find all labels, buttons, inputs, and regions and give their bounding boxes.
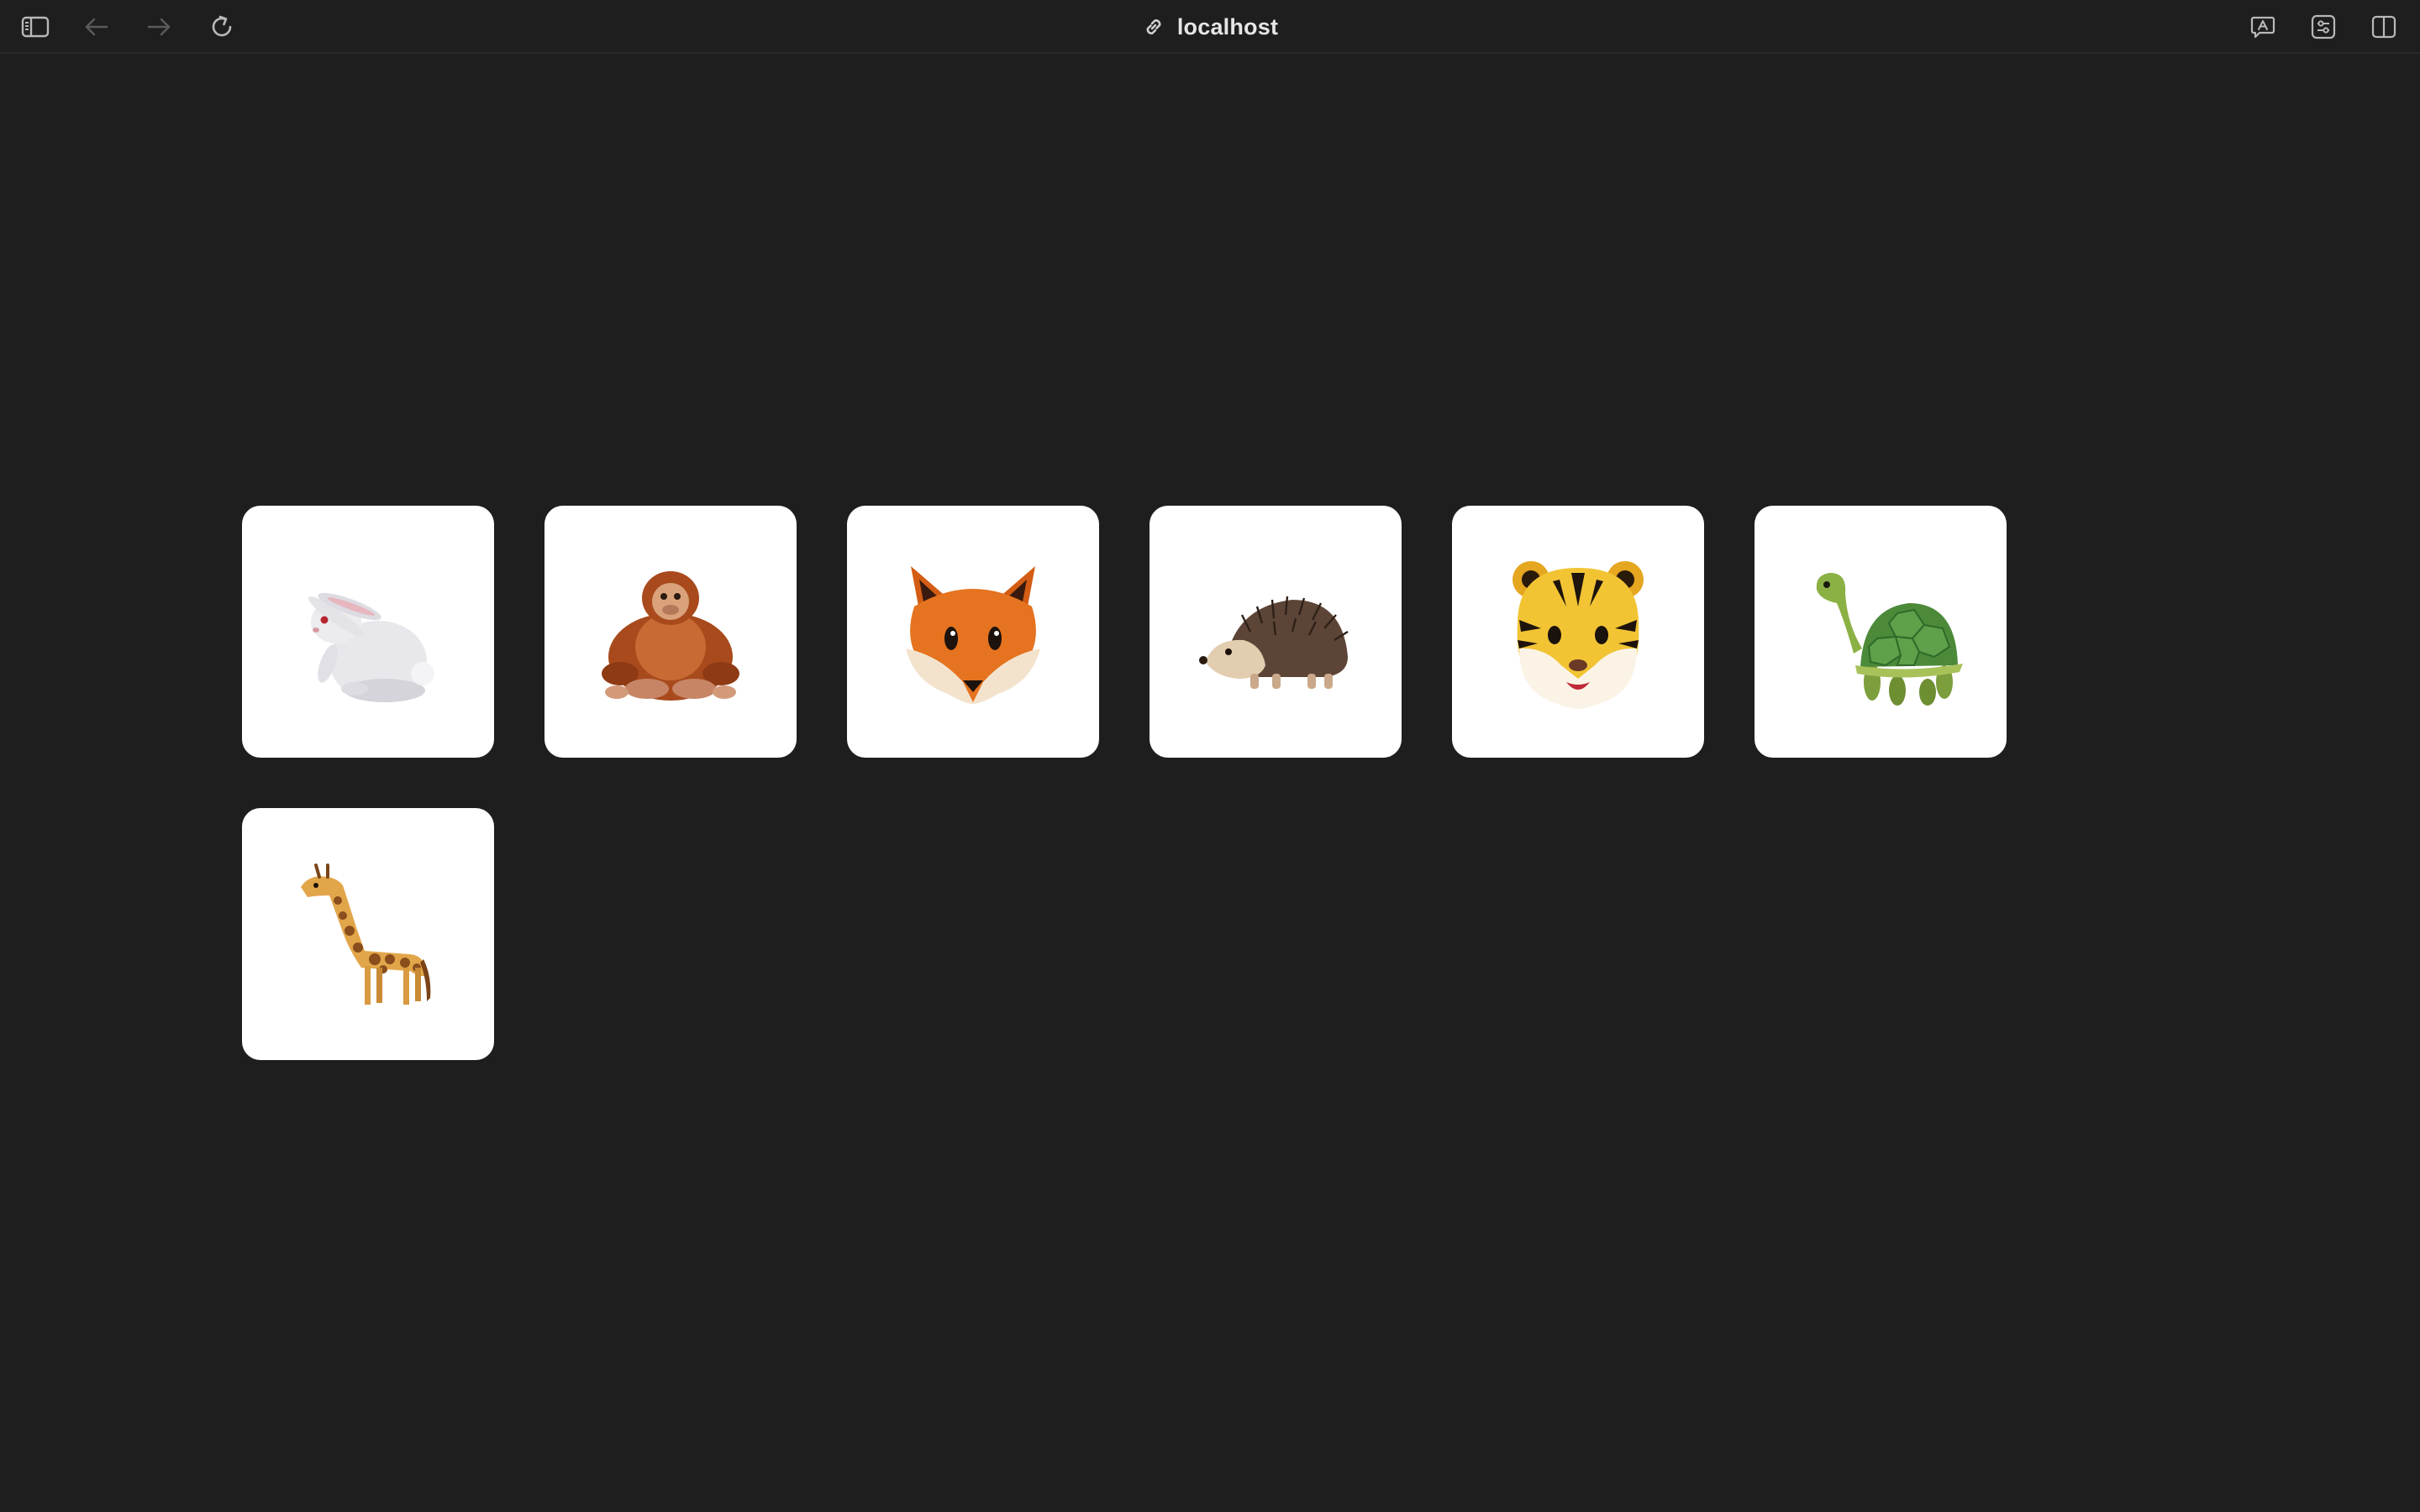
translate-icon	[2250, 16, 2275, 39]
reload-icon	[212, 15, 232, 37]
animal-card-rabbit[interactable]	[242, 506, 494, 758]
page-content	[0, 54, 2420, 1512]
forward-button[interactable]	[142, 10, 176, 44]
giraffe-icon	[301, 864, 431, 1005]
split-view-icon	[2371, 15, 2396, 39]
hedgehog-icon	[1199, 596, 1349, 689]
reload-button[interactable]	[205, 10, 239, 44]
browser-toolbar: localhost	[0, 0, 2420, 54]
address-text: localhost	[1176, 13, 1279, 39]
sidebar-toggle-button[interactable]	[18, 10, 52, 44]
back-button[interactable]	[80, 10, 113, 44]
sidebar-icon	[21, 16, 50, 38]
split-view-button[interactable]	[2367, 10, 2401, 44]
animal-card-hedgehog[interactable]	[1150, 506, 1402, 758]
turtle-icon	[1816, 573, 1963, 706]
fox-icon	[906, 566, 1040, 704]
translate-button[interactable]	[2246, 10, 2280, 44]
page-settings-button[interactable]	[2307, 10, 2340, 44]
animal-card-tiger[interactable]	[1452, 506, 1704, 758]
tiger-icon	[1512, 561, 1644, 709]
address-bar[interactable]: localhost	[1109, 8, 1311, 45]
animal-card-orangutan[interactable]	[544, 506, 797, 758]
animal-grid	[242, 506, 2040, 1060]
link-icon	[1146, 19, 1161, 34]
back-arrow-icon	[85, 18, 108, 36]
page-settings-icon	[2311, 14, 2336, 39]
rabbit-icon	[308, 592, 434, 702]
animal-card-fox[interactable]	[847, 506, 1099, 758]
orangutan-icon	[602, 571, 739, 701]
animal-card-giraffe[interactable]	[242, 808, 494, 1060]
animal-card-turtle[interactable]	[1754, 506, 2007, 758]
forward-arrow-icon	[147, 18, 171, 36]
